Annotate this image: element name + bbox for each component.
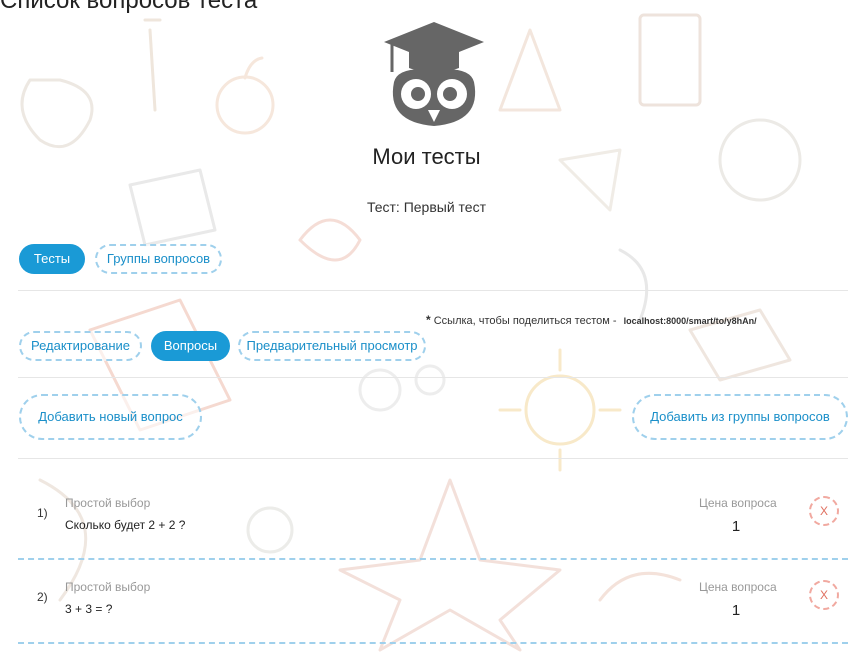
question-row: 2) Простой выбор 3 + 3 = ? Цена вопроса … [18,560,848,644]
page-heading: Список вопросов теста [0,0,258,14]
question-number: 2) [37,590,48,604]
row-separator [18,642,848,644]
test-name: Тест: Первый тест [366,199,487,215]
owl-graduate-icon [384,22,484,126]
share-link[interactable]: localhost:8000/smart/to/y8hAn/ [624,316,757,326]
question-price-label: Цена вопроса [699,496,777,510]
question-price: 1 [731,602,741,619]
question-text[interactable]: 3 + 3 = ? [65,602,112,616]
tab-questions[interactable]: Вопросы [151,331,230,361]
question-price: 1 [731,518,741,535]
share-star: * [426,313,431,327]
tab-tests[interactable]: Тесты [19,244,85,274]
add-new-question-button[interactable]: Добавить новый вопрос [19,394,202,440]
divider [18,458,848,459]
divider [18,290,848,291]
question-text[interactable]: Сколько будет 2 + 2 ? [65,518,185,532]
divider [18,377,848,378]
tab-preview[interactable]: Предварительный просмотр [238,331,426,361]
tab-edit[interactable]: Редактирование [19,331,142,361]
question-type: Простой выбор [65,496,151,510]
share-link-row: * Ссылка, чтобы поделиться тестом - loca… [426,313,757,327]
delete-question-button[interactable]: X [809,496,839,526]
question-number: 1) [37,506,48,520]
app-title: Мои тесты [372,144,481,169]
question-type: Простой выбор [65,580,151,594]
add-from-group-button[interactable]: Добавить из группы вопросов [632,394,848,440]
delete-question-button[interactable]: X [809,580,839,610]
tab-question-groups[interactable]: Группы вопросов [95,244,222,274]
share-text: Ссылка, чтобы поделиться тестом - [433,315,617,327]
question-row: 1) Простой выбор Сколько будет 2 + 2 ? Ц… [18,476,848,560]
question-price-label: Цена вопроса [699,580,777,594]
